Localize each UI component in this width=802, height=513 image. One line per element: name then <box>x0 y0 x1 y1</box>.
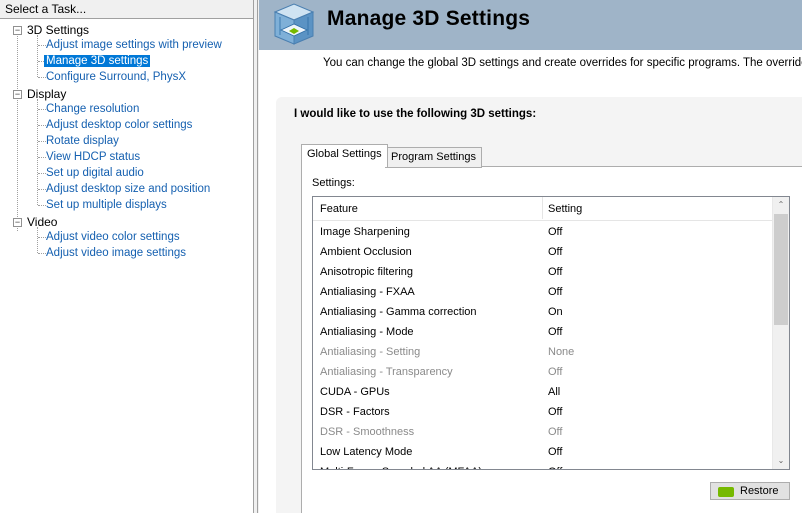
column-header-setting[interactable]: Setting <box>548 203 582 215</box>
feature-cell: Ambient Occlusion <box>320 246 412 258</box>
feature-cell: Antialiasing - Gamma correction <box>320 306 477 318</box>
task-rotate-display[interactable]: Rotate display <box>44 133 121 149</box>
task-pane: Select a Task... − 3D Settings Adjust im… <box>0 0 254 513</box>
content-pane: Manage 3D Settings You can change the gl… <box>259 0 802 513</box>
feature-cell: Image Sharpening <box>320 226 410 238</box>
feature-cell: Multi-Frame Sampled AA (MFAA) <box>320 462 482 469</box>
vertical-scrollbar[interactable]: ⌃ ⌄ <box>772 197 789 469</box>
setting-cell[interactable]: Off <box>548 422 562 442</box>
task-setup-digital-audio[interactable]: Set up digital audio <box>44 165 146 181</box>
task-change-resolution[interactable]: Change resolution <box>44 101 141 117</box>
tree-connector <box>37 227 38 253</box>
3d-cube-icon <box>273 3 315 45</box>
collapse-icon[interactable]: − <box>13 90 22 99</box>
collapse-icon[interactable]: − <box>13 218 22 227</box>
feature-cell: Antialiasing - Mode <box>320 326 414 338</box>
tree-connector <box>17 34 18 231</box>
feature-cell: DSR - Factors <box>320 406 390 418</box>
nvidia-logo-icon <box>718 487 734 497</box>
table-row[interactable]: Antialiasing - FXAA Off <box>313 282 772 302</box>
collapse-icon[interactable]: − <box>13 26 22 35</box>
column-header-feature[interactable]: Feature <box>320 203 358 215</box>
table-header: Feature Setting <box>313 197 772 221</box>
task-adjust-video-color[interactable]: Adjust video color settings <box>44 229 182 245</box>
scroll-down-icon[interactable]: ⌄ <box>773 453 789 469</box>
feature-cell: DSR - Smoothness <box>320 426 415 438</box>
pane-splitter[interactable] <box>254 0 258 513</box>
scroll-up-icon[interactable]: ⌃ <box>773 197 789 213</box>
feature-cell: Anisotropic filtering <box>320 266 413 278</box>
table-row[interactable]: Low Latency Mode Off <box>313 442 772 462</box>
feature-cell: Antialiasing - FXAA <box>320 286 415 298</box>
restore-button[interactable]: Restore <box>710 482 790 500</box>
setting-cell[interactable]: On <box>548 302 563 322</box>
table-row[interactable]: Anisotropic filtering Off <box>313 262 772 282</box>
table-row[interactable]: Antialiasing - Setting None <box>313 342 772 362</box>
setting-cell[interactable]: Off <box>548 262 562 282</box>
task-configure-surround-physx[interactable]: Configure Surround, PhysX <box>44 69 188 85</box>
table-row[interactable]: Multi-Frame Sampled AA (MFAA) Off <box>313 462 772 469</box>
table-row[interactable]: Ambient Occlusion Off <box>313 242 772 262</box>
table-row[interactable]: Antialiasing - Mode Off <box>313 322 772 342</box>
settings-label: Settings: <box>312 177 355 189</box>
setting-cell[interactable]: Off <box>548 462 562 469</box>
settings-table[interactable]: Feature Setting Image Sharpening Off Ambie… <box>312 196 790 470</box>
task-adjust-desktop-color[interactable]: Adjust desktop color settings <box>44 117 194 133</box>
feature-cell: Antialiasing - Setting <box>320 346 421 358</box>
table-row[interactable]: Image Sharpening Off <box>313 222 772 242</box>
task-view-hdcp-status[interactable]: View HDCP status <box>44 149 142 165</box>
table-row[interactable]: DSR - Smoothness Off <box>313 422 772 442</box>
tree-category-display[interactable]: Display <box>27 86 66 102</box>
setting-cell[interactable]: Off <box>548 402 562 422</box>
table-row[interactable]: DSR - Factors Off <box>313 402 772 422</box>
tree-connector <box>37 35 38 77</box>
page-banner: Manage 3D Settings <box>259 0 802 50</box>
feature-cell: CUDA - GPUs <box>320 386 390 398</box>
task-manage-3d-settings[interactable]: Manage 3D settings <box>44 53 151 69</box>
restore-button-label: Restore <box>740 485 779 497</box>
page-description: You can change the global 3D settings an… <box>323 57 802 69</box>
setting-cell[interactable]: Off <box>548 442 562 462</box>
table-row[interactable]: Antialiasing - Gamma correction On <box>313 302 772 322</box>
tab-program-settings[interactable]: Program Settings <box>385 147 482 168</box>
setting-cell[interactable]: Off <box>548 362 562 382</box>
task-adjust-image-settings[interactable]: Adjust image settings with preview <box>44 37 224 53</box>
task-adjust-video-image[interactable]: Adjust video image settings <box>44 245 188 261</box>
task-pane-header: Select a Task... <box>0 0 253 19</box>
tab-global-settings[interactable]: Global Settings <box>301 144 388 167</box>
table-row[interactable]: Antialiasing - Transparency Off <box>313 362 772 382</box>
feature-cell: Low Latency Mode <box>320 446 413 458</box>
tree-category-video[interactable]: Video <box>27 214 57 230</box>
task-setup-multiple-displays[interactable]: Set up multiple displays <box>44 197 169 213</box>
setting-cell[interactable]: Off <box>548 322 562 342</box>
feature-cell: Antialiasing - Transparency <box>320 366 453 378</box>
page-title: Manage 3D Settings <box>327 7 531 30</box>
tree-category-3d-settings[interactable]: 3D Settings <box>27 22 89 38</box>
setting-cell[interactable]: Off <box>548 282 562 302</box>
setting-cell[interactable]: All <box>548 382 560 402</box>
panel-heading: I would like to use the following 3D set… <box>294 108 537 120</box>
column-separator[interactable] <box>542 197 543 219</box>
setting-cell[interactable]: None <box>548 342 574 362</box>
task-tree[interactable]: − 3D Settings Adjust image settings with… <box>0 19 253 513</box>
task-adjust-desktop-size[interactable]: Adjust desktop size and position <box>44 181 212 197</box>
table-row[interactable]: CUDA - GPUs All <box>313 382 772 402</box>
setting-cell[interactable]: Off <box>548 242 562 262</box>
setting-cell[interactable]: Off <box>548 222 562 242</box>
scrollbar-thumb[interactable] <box>774 214 788 325</box>
